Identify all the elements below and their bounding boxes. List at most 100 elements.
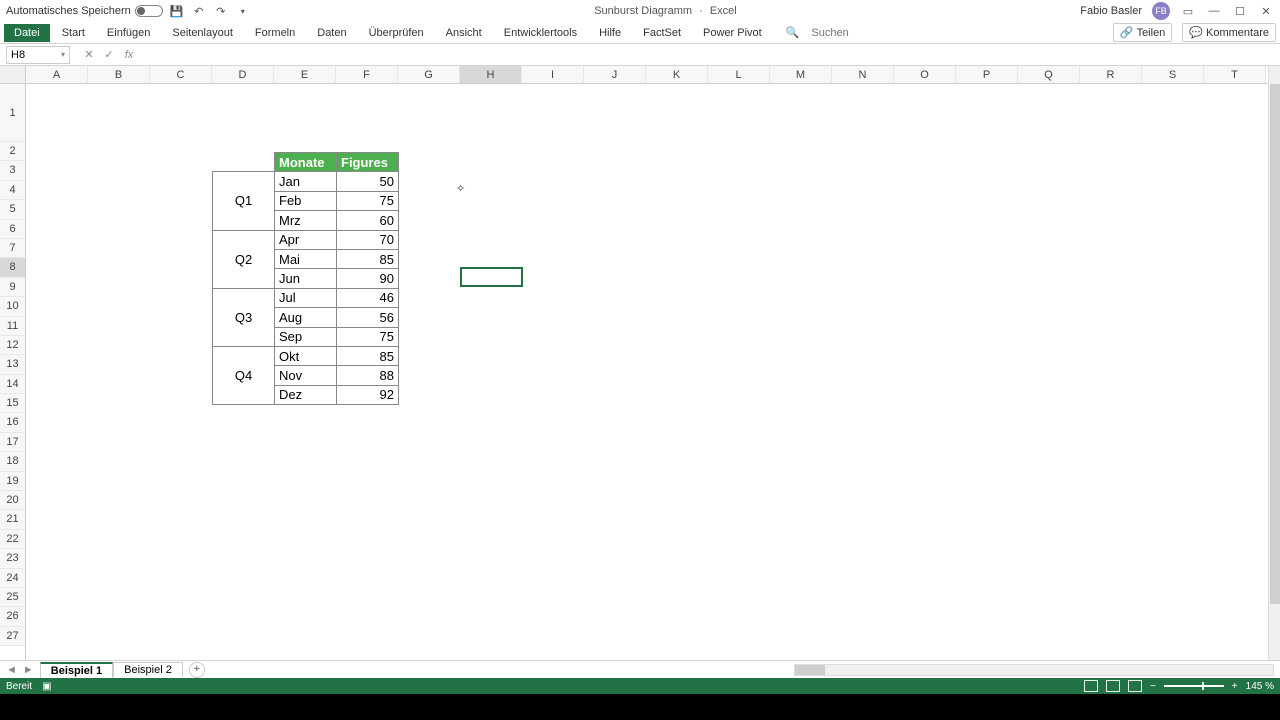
row-header-24[interactable]: 24 xyxy=(0,569,25,588)
sheet-tab-beispiel-2[interactable]: Beispiel 2 xyxy=(113,662,183,677)
tab-formeln[interactable]: Formeln xyxy=(245,24,305,42)
col-header-S[interactable]: S xyxy=(1142,66,1204,83)
value-cell[interactable]: 75 xyxy=(337,327,399,346)
sheet-tab-beispiel-1[interactable]: Beispiel 1 xyxy=(40,662,113,678)
col-header-R[interactable]: R xyxy=(1080,66,1142,83)
fx-icon[interactable]: fx xyxy=(122,49,136,61)
row-header-15[interactable]: 15 xyxy=(0,394,25,413)
row-header-25[interactable]: 25 xyxy=(0,588,25,607)
month-cell[interactable]: Jan xyxy=(275,172,337,191)
col-header-E[interactable]: E xyxy=(274,66,336,83)
redo-icon[interactable]: ↷ xyxy=(213,3,229,19)
value-cell[interactable]: 88 xyxy=(337,366,399,385)
value-cell[interactable]: 60 xyxy=(337,211,399,230)
value-cell[interactable]: 46 xyxy=(337,288,399,307)
tab-einfuegen[interactable]: Einfügen xyxy=(97,24,160,42)
month-cell[interactable]: Okt xyxy=(275,346,337,365)
value-cell[interactable]: 70 xyxy=(337,230,399,249)
tab-entwicklertools[interactable]: Entwicklertools xyxy=(494,24,587,42)
maximize-icon[interactable]: ☐ xyxy=(1232,3,1248,19)
row-header-3[interactable]: 3 xyxy=(0,161,25,180)
worksheet-grid[interactable]: ABCDEFGHIJKLMNOPQRST 1234567891011121314… xyxy=(0,66,1280,660)
formula-input[interactable] xyxy=(136,46,1280,64)
value-cell[interactable]: 56 xyxy=(337,308,399,327)
quarter-cell[interactable]: Q1 xyxy=(213,172,275,230)
zoom-in-icon[interactable]: + xyxy=(1232,681,1238,692)
col-header-K[interactable]: K xyxy=(646,66,708,83)
value-cell[interactable]: 75 xyxy=(337,191,399,210)
view-pagelayout-icon[interactable] xyxy=(1106,680,1120,692)
horizontal-scrollbar[interactable] xyxy=(794,664,1274,676)
row-header-18[interactable]: 18 xyxy=(0,452,25,471)
qat-customize-icon[interactable]: ▾ xyxy=(235,3,251,19)
col-header-O[interactable]: O xyxy=(894,66,956,83)
col-header-M[interactable]: M xyxy=(770,66,832,83)
value-cell[interactable]: 85 xyxy=(337,346,399,365)
select-all-corner[interactable] xyxy=(0,66,26,84)
row-header-12[interactable]: 12 xyxy=(0,336,25,355)
month-cell[interactable]: Nov xyxy=(275,366,337,385)
month-cell[interactable]: Apr xyxy=(275,230,337,249)
col-header-T[interactable]: T xyxy=(1204,66,1266,83)
row-header-23[interactable]: 23 xyxy=(0,549,25,568)
month-cell[interactable]: Aug xyxy=(275,308,337,327)
zoom-slider[interactable] xyxy=(1164,685,1224,687)
row-header-1[interactable]: 1 xyxy=(0,84,25,142)
share-button[interactable]: 🔗 Teilen xyxy=(1113,23,1172,42)
row-header-19[interactable]: 19 xyxy=(0,472,25,491)
col-header-L[interactable]: L xyxy=(708,66,770,83)
tab-factset[interactable]: FactSet xyxy=(633,24,691,42)
col-header-Q[interactable]: Q xyxy=(1018,66,1080,83)
row-header-20[interactable]: 20 xyxy=(0,491,25,510)
month-cell[interactable]: Mai xyxy=(275,249,337,268)
tab-seitenlayout[interactable]: Seitenlayout xyxy=(162,24,243,42)
sheet-nav-prev-icon[interactable]: ◄ xyxy=(6,664,17,676)
tab-datei[interactable]: Datei xyxy=(4,24,50,42)
row-header-13[interactable]: 13 xyxy=(0,355,25,374)
month-cell[interactable]: Feb xyxy=(275,191,337,210)
zoom-out-icon[interactable]: − xyxy=(1150,681,1156,692)
enter-fx-icon[interactable]: ✓ xyxy=(102,48,116,61)
row-header-11[interactable]: 11 xyxy=(0,317,25,336)
col-header-H[interactable]: H xyxy=(460,66,522,83)
view-pagebreak-icon[interactable] xyxy=(1128,680,1142,692)
col-header-P[interactable]: P xyxy=(956,66,1018,83)
macro-record-icon[interactable]: ▣ xyxy=(42,681,51,692)
save-icon[interactable]: 💾 xyxy=(169,3,185,19)
active-cell[interactable] xyxy=(460,267,523,287)
row-header-4[interactable]: 4 xyxy=(0,181,25,200)
row-header-10[interactable]: 10 xyxy=(0,297,25,316)
row-header-9[interactable]: 9 xyxy=(0,278,25,297)
row-header-5[interactable]: 5 xyxy=(0,200,25,219)
sheet-nav-next-icon[interactable]: ► xyxy=(23,664,34,676)
col-header-N[interactable]: N xyxy=(832,66,894,83)
value-cell[interactable]: 92 xyxy=(337,385,399,404)
quarter-cell[interactable]: Q4 xyxy=(213,346,275,404)
col-header-F[interactable]: F xyxy=(336,66,398,83)
tab-daten[interactable]: Daten xyxy=(307,24,356,42)
quarter-cell[interactable]: Q3 xyxy=(213,288,275,346)
add-sheet-button[interactable]: + xyxy=(189,662,205,678)
tab-start[interactable]: Start xyxy=(52,24,95,42)
col-header-B[interactable]: B xyxy=(88,66,150,83)
name-box[interactable]: H8 ▾ xyxy=(6,46,70,64)
row-header-27[interactable]: 27 xyxy=(0,627,25,646)
value-cell[interactable]: 90 xyxy=(337,269,399,288)
close-icon[interactable]: ✕ xyxy=(1258,3,1274,19)
autosave-toggle[interactable]: Automatisches Speichern xyxy=(6,5,163,17)
col-header-J[interactable]: J xyxy=(584,66,646,83)
user-name[interactable]: Fabio Basler xyxy=(1080,5,1142,17)
col-header-A[interactable]: A xyxy=(26,66,88,83)
month-cell[interactable]: Mrz xyxy=(275,211,337,230)
col-header-I[interactable]: I xyxy=(522,66,584,83)
tab-hilfe[interactable]: Hilfe xyxy=(589,24,631,42)
view-normal-icon[interactable] xyxy=(1084,680,1098,692)
quarter-cell[interactable]: Q2 xyxy=(213,230,275,288)
ribbon-display-icon[interactable]: ▭ xyxy=(1180,3,1196,19)
tab-powerpivot[interactable]: Power Pivot xyxy=(693,24,772,42)
tab-ueberpruefen[interactable]: Überprüfen xyxy=(359,24,434,42)
row-header-2[interactable]: 2 xyxy=(0,142,25,161)
month-cell[interactable]: Jun xyxy=(275,269,337,288)
row-header-17[interactable]: 17 xyxy=(0,433,25,452)
month-cell[interactable]: Dez xyxy=(275,385,337,404)
